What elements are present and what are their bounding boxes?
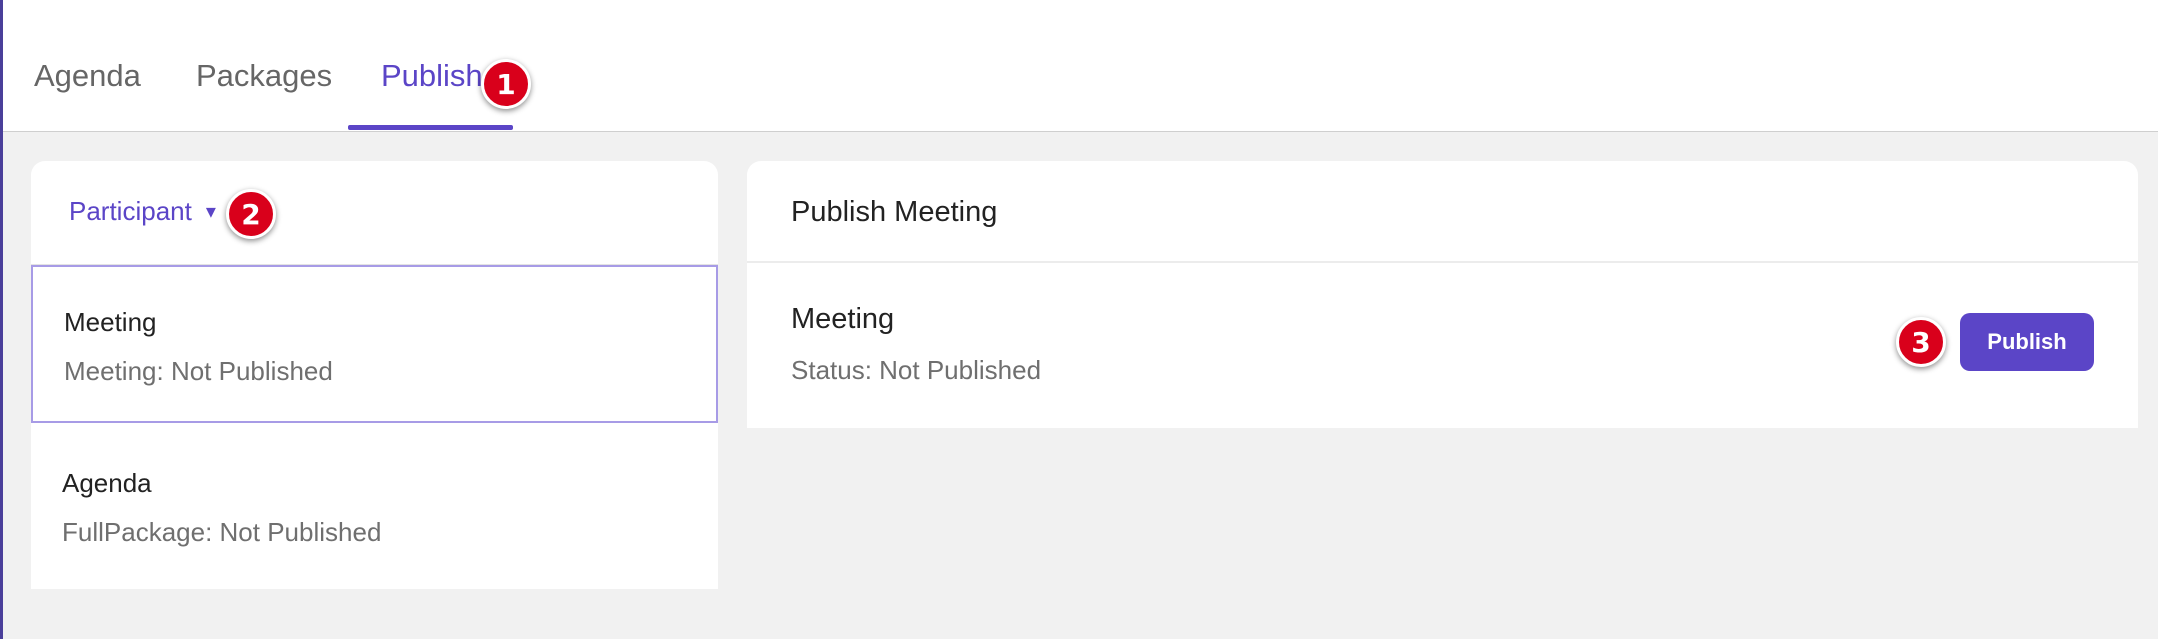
publish-button[interactable]: Publish (1960, 313, 2094, 371)
publish-item-title: Meeting (791, 303, 895, 335)
publish-item-status: Status: Not Published (791, 355, 1042, 385)
list-item-agenda[interactable]: Agenda FullPackage: Not Published (31, 423, 718, 581)
publish-meeting-panel: Publish Meeting Meeting Status: Not Publ… (747, 161, 2138, 428)
list-item-status: FullPackage: Not Published (62, 517, 382, 547)
tab-publish[interactable]: Publish (381, 58, 483, 94)
list-item-status: Meeting: Not Published (64, 356, 333, 386)
list-item-meeting[interactable]: Meeting Meeting: Not Published (31, 265, 718, 423)
role-dropdown-value: Participant (69, 196, 192, 226)
publish-targets-panel: Participant ▾ Meeting Meeting: Not Publi… (31, 161, 718, 589)
chevron-down-icon: ▾ (205, 201, 216, 223)
tab-agenda[interactable]: Agenda (34, 58, 141, 94)
top-tab-bar: Agenda Packages Publish (3, 0, 2158, 132)
role-dropdown[interactable]: Participant ▾ (69, 196, 216, 227)
panel-header: Participant ▾ (31, 161, 718, 265)
step-marker-3: 3 (1896, 317, 1946, 367)
tab-packages[interactable]: Packages (196, 58, 332, 94)
list-item-title: Agenda (62, 468, 152, 498)
step-marker-2: 2 (226, 189, 276, 239)
list-item-title: Meeting (64, 307, 157, 337)
active-tab-indicator (348, 125, 513, 130)
panel-title: Publish Meeting (791, 196, 998, 228)
panel-header: Publish Meeting (747, 161, 2138, 263)
step-marker-1: 1 (481, 59, 531, 109)
